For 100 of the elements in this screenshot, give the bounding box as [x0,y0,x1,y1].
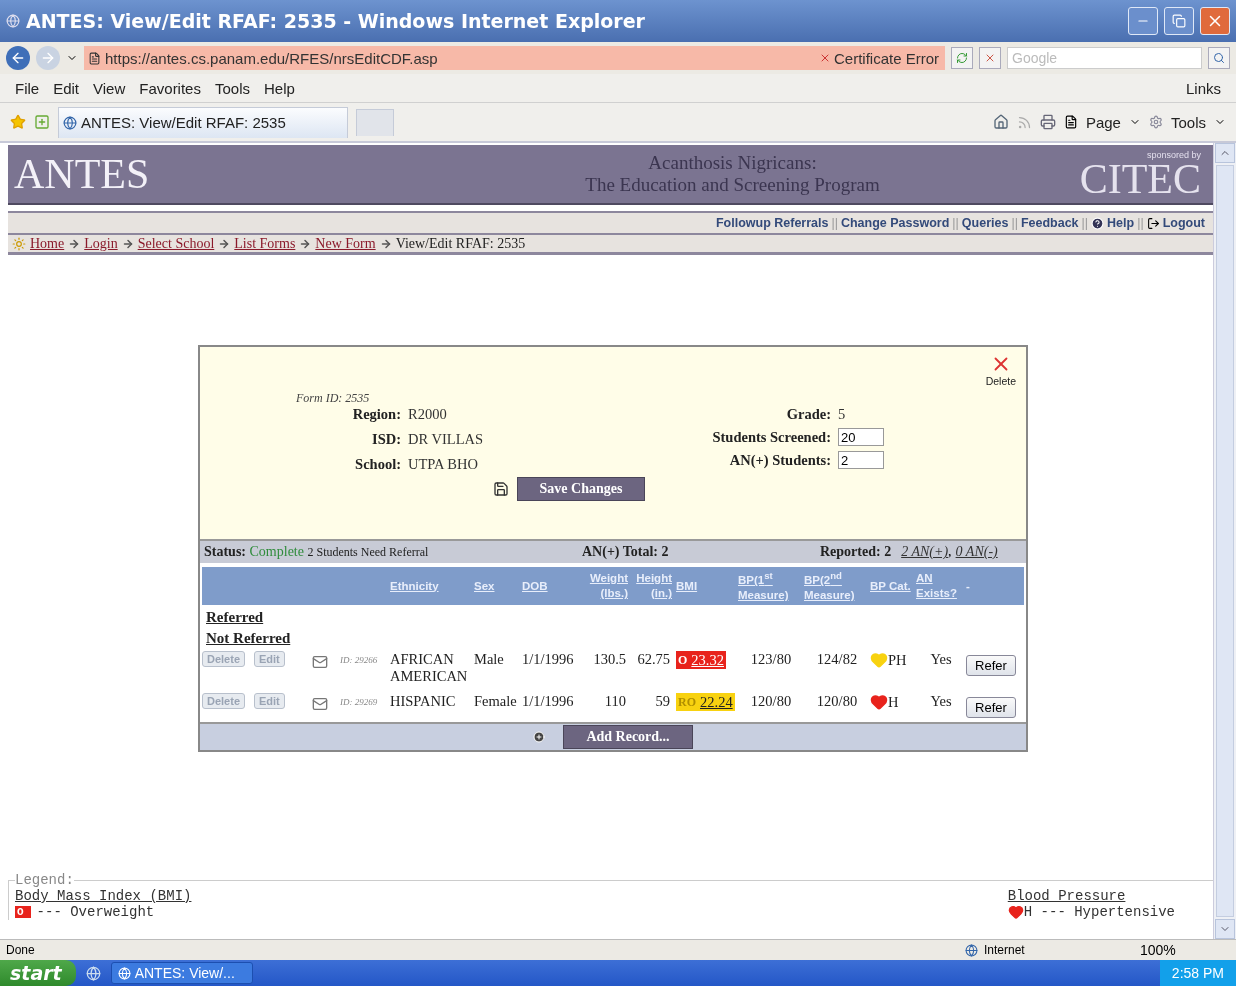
start-button[interactable]: start [0,960,76,986]
command-menu[interactable]: Page [1085,113,1121,131]
restore-button[interactable] [1164,7,1194,35]
input-field[interactable]: 2 [838,451,884,469]
separator: || [1137,216,1144,230]
menu-item[interactable]: View [93,79,126,97]
input-field[interactable]: 20 [838,428,884,446]
certificate-warning[interactable]: Certificate Error [812,49,945,67]
breadcrumb-link[interactable]: Home [30,235,65,252]
menu-item[interactable]: File [15,79,40,97]
links-menu[interactable]: Links [1185,79,1221,97]
browser-icon [6,14,20,28]
search-field[interactable]: Google [1007,47,1202,69]
record-id: ID: 29269 [340,696,379,707]
legend-heading: Blood Pressure [1007,888,1127,904]
separator: || [1011,216,1018,230]
bmi-badge: O [15,906,31,918]
command-menu[interactable]: Tools [1170,113,1206,131]
table-cell-text: Female [474,693,518,710]
stop-button[interactable] [979,47,1001,69]
table-cell-text: 120/80 [749,693,793,710]
nav-link[interactable]: Logout [1162,216,1205,230]
minimize-button[interactable] [1128,7,1158,35]
browser-tab[interactable]: ANTES: View/Edit RFAF: 2535 [58,106,348,138]
forward-arrow-icon [40,50,56,66]
save-button[interactable]: Save Changes [516,477,646,501]
field-label: ISD: [371,431,402,448]
globe-icon [63,115,77,130]
field-value: 5 [838,406,847,423]
page-icon [1063,115,1078,129]
feed-icon[interactable] [1016,114,1032,130]
quick-launch-icon[interactable] [85,965,101,981]
scroll-up-button[interactable] [1215,143,1235,163]
print-icon[interactable] [1039,114,1056,130]
status-text: Done [6,943,36,957]
bmi-badge: RO 22.24 [676,693,735,711]
mail-icon[interactable] [312,654,328,670]
separator: || [952,216,959,230]
table-cell-text: Yes [929,693,953,710]
reported-count: Reported: 2 [820,544,892,560]
field-value: R2000 [408,406,448,423]
add-icon [533,731,546,743]
breadcrumb-current: View/Edit RFAF: 2535 [395,235,526,252]
record-id: ID: 29266 [340,654,379,665]
refresh-button[interactable] [951,47,973,69]
breadcrumb-arrow-icon [68,237,81,250]
table-cell-text: Male [474,651,505,668]
page-icon [88,51,101,65]
field-label: Grade: [785,406,832,423]
field-value: DR VILLAS [408,431,485,448]
section-title: Not Referred [205,629,292,647]
clock: 2:58 PM [1171,965,1224,981]
status-text: Status: Complete 2 Students Need Referral [204,544,430,560]
table-cell-text: 120/80 [815,693,859,710]
zoom-level[interactable]: 100% [1140,942,1230,958]
nav-link[interactable]: Feedback [1020,216,1079,230]
table-cell-text: AFRICAN AMERICAN [390,651,469,685]
breadcrumb-arrow-icon [299,237,312,250]
breadcrumb-link[interactable]: List Forms [234,235,296,252]
breadcrumb-arrow-icon [218,237,231,250]
separator: || [831,216,838,230]
site-logo: ANTES [13,150,151,198]
nav-link[interactable]: Queries [961,216,1009,230]
an-total: AN(+) Total: 2 [582,544,670,560]
section-title: Referred [205,608,265,626]
breadcrumb-link[interactable]: Login [84,235,118,252]
breadcrumb-link[interactable]: New Form [315,235,376,252]
taskbar-button[interactable]: ANTES: View/... [110,962,253,984]
menu-item[interactable]: Tools [214,79,250,97]
close-button[interactable] [1200,7,1230,35]
field-label: AN(+) Students: [728,451,832,469]
field-label: Students Screened: [711,428,832,446]
menu-item[interactable]: Help [264,79,295,97]
nav-link[interactable]: Followup Referrals [715,216,829,230]
scroll-down-button[interactable] [1215,919,1235,939]
table-cell-text: 124/82 [815,651,859,668]
search-button[interactable] [1208,47,1230,69]
menu-item[interactable]: Favorites [139,79,201,97]
favorites-icon[interactable] [10,114,26,130]
legend-heading: Body Mass Index (BMI) [15,888,192,904]
field-value: UTPA BHO [408,456,479,473]
nav-link[interactable]: Change Password [840,216,950,230]
legend-label: H --- Hypertensive [1023,904,1175,920]
breadcrumb-link[interactable]: Select School [137,235,215,252]
menu-item[interactable]: Edit [53,79,80,97]
stop-icon [984,52,996,64]
url-text: https://antes.cs.panam.edu/RFES/nrsEditCDF.asp [105,49,439,67]
scrollbar-thumb[interactable] [1216,165,1234,917]
save-icon [492,481,509,497]
gear-icon [1148,115,1163,129]
back-button[interactable] [6,46,30,70]
reported-link[interactable]: 0 AN(-) [955,544,998,560]
table-cell-text: HISPANIC [390,693,457,710]
add-favorite-icon[interactable] [34,114,50,130]
field-label: Region: [351,406,402,423]
field-label: School: [354,456,402,473]
add-record-button[interactable]: Add Record... [563,725,693,749]
nav-link[interactable]: Help [1107,216,1135,230]
mail-icon[interactable] [312,696,328,712]
delete-form-button[interactable]: Delete [985,353,1016,387]
